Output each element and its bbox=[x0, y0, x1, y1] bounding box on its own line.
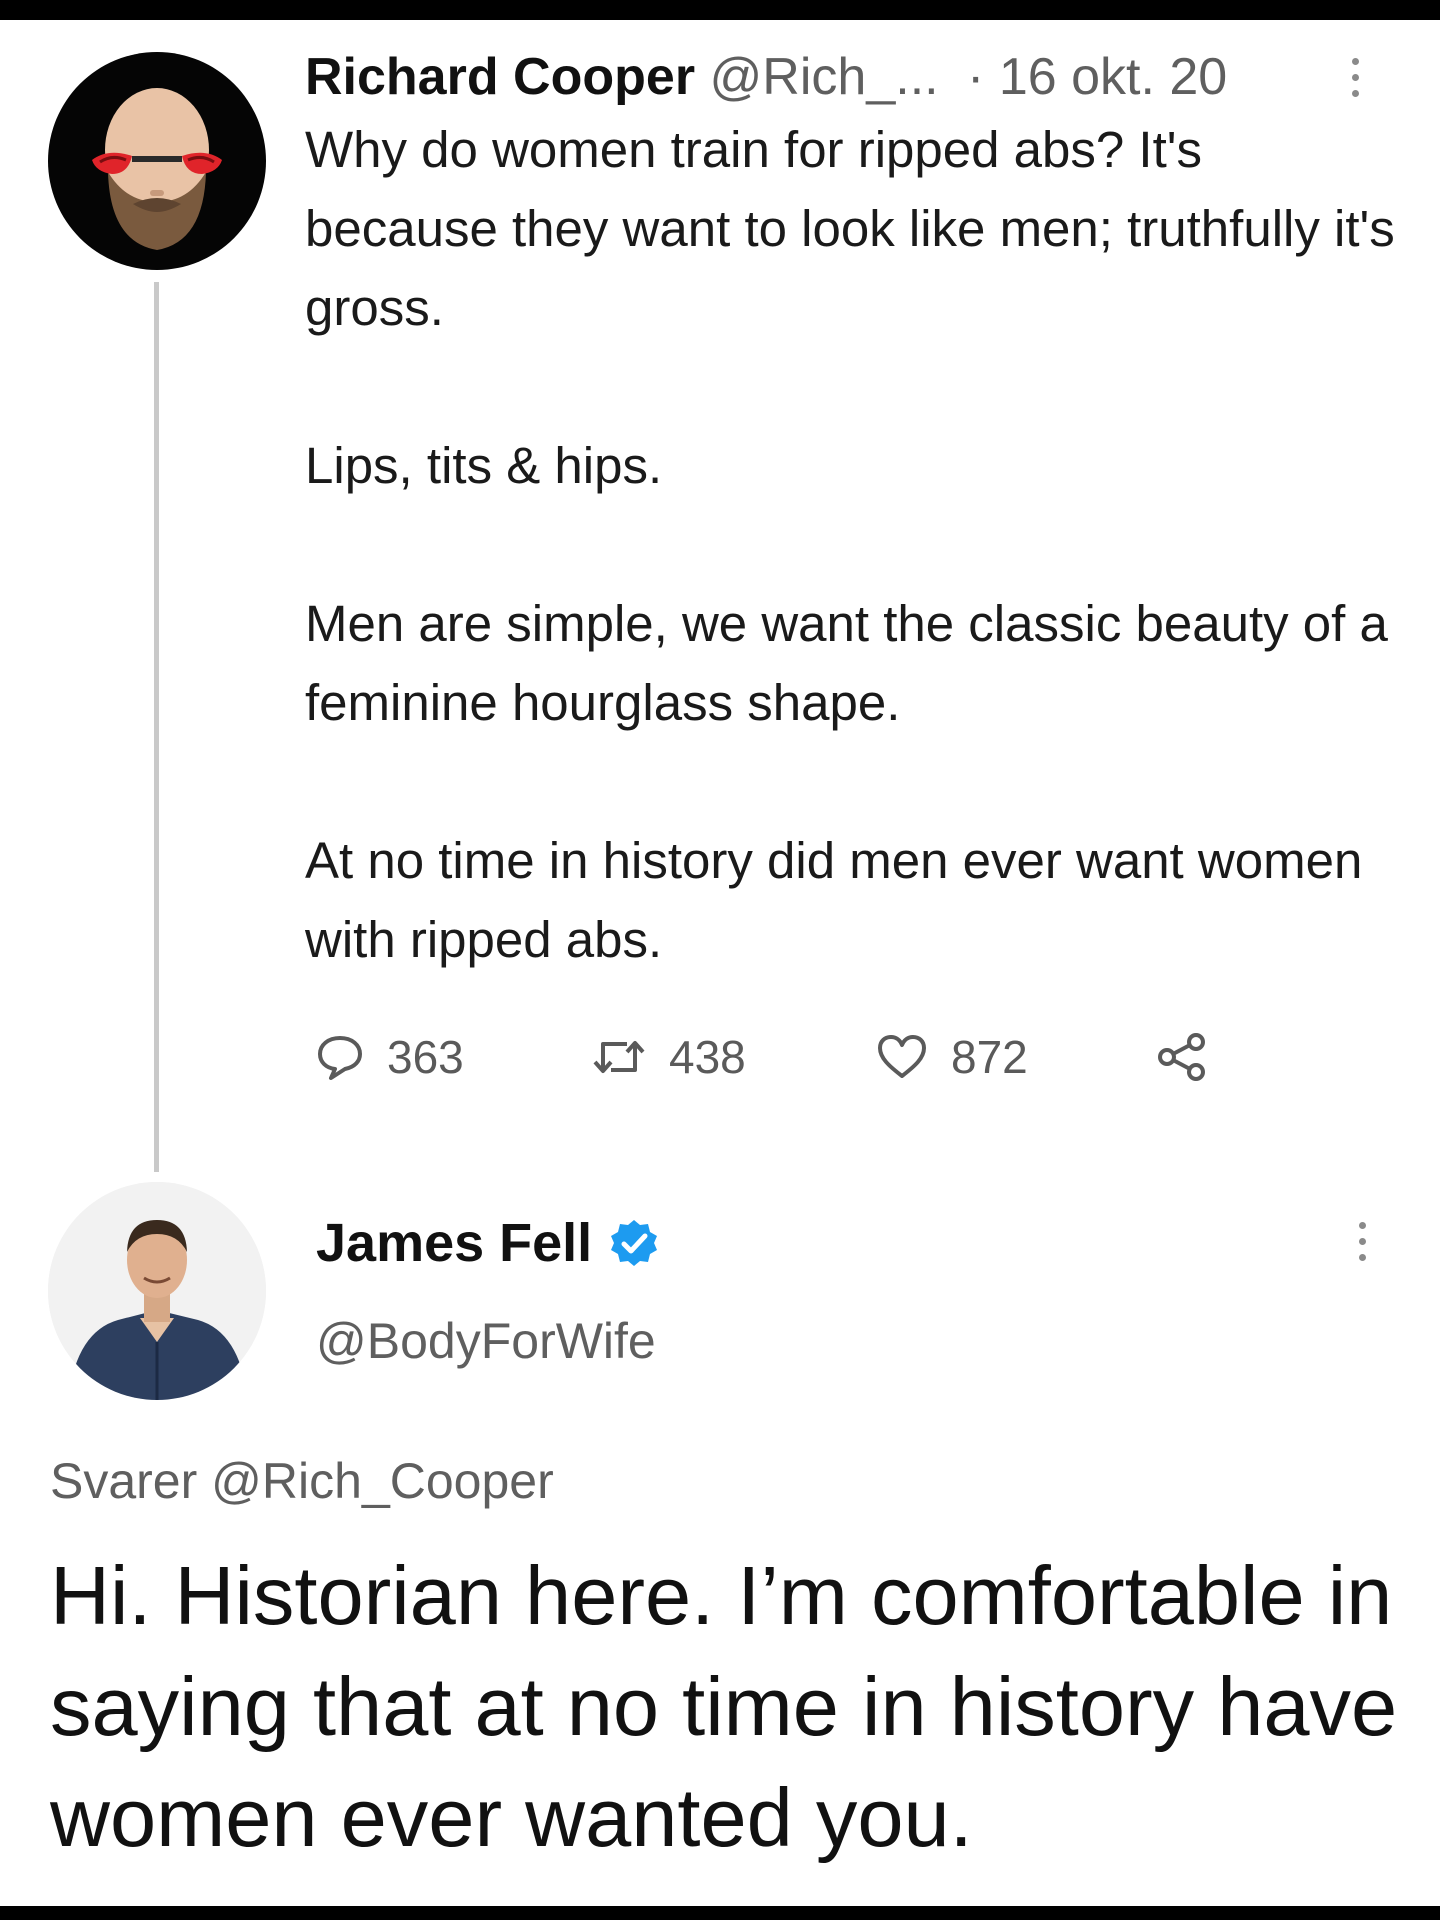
share-button[interactable] bbox=[1155, 1022, 1209, 1092]
author-handle[interactable]: @BodyForWife bbox=[316, 1308, 656, 1374]
like-button[interactable]: 872 bbox=[875, 1022, 1028, 1092]
like-count: 872 bbox=[951, 1031, 1028, 1083]
header-separator: · bbox=[967, 48, 985, 106]
reply-icon bbox=[318, 1036, 362, 1080]
man-in-blue-shirt-icon bbox=[48, 1182, 266, 1400]
thread-connector-line bbox=[154, 282, 159, 1172]
retweet-icon bbox=[593, 1041, 645, 1073]
share-icon bbox=[1158, 1033, 1205, 1081]
bald-bearded-man-icon bbox=[92, 88, 222, 250]
more-options-icon[interactable] bbox=[1345, 58, 1365, 118]
reply-button[interactable]: 363 bbox=[315, 1022, 464, 1092]
tweet-header: Richard Cooper @Rich_... · 16 okt. 20 bbox=[305, 44, 1405, 110]
tweet-date[interactable]: 16 okt. 20 bbox=[999, 48, 1227, 106]
bottom-frame-bar bbox=[0, 1906, 1440, 1920]
reply-author: James Fell bbox=[316, 1210, 660, 1276]
tweet-paragraph: Men are simple, we want the classic beau… bbox=[305, 595, 1388, 731]
tweet-richard-cooper: Richard Cooper @Rich_... · 16 okt. 20 Wh… bbox=[305, 44, 1405, 979]
verified-badge-icon bbox=[611, 1220, 658, 1266]
james-fell-avatar[interactable] bbox=[48, 1182, 266, 1400]
retweet-count: 438 bbox=[669, 1031, 746, 1083]
retweet-button[interactable]: 438 bbox=[591, 1022, 746, 1092]
author-name[interactable]: Richard Cooper bbox=[305, 48, 695, 106]
more-options-icon[interactable] bbox=[1352, 1222, 1372, 1282]
author-handle[interactable]: @Rich_... bbox=[710, 48, 939, 106]
tweet-paragraph: Lips, tits & hips. bbox=[305, 437, 663, 494]
tweet-paragraph: Why do women train for ripped abs? It's … bbox=[305, 121, 1395, 336]
reply-count: 363 bbox=[387, 1031, 464, 1083]
tweet-paragraph: At no time in history did men ever want … bbox=[305, 832, 1363, 968]
tweet-actions: 363 438 872 bbox=[305, 1022, 1305, 1092]
reply-text: Hi. Historian here. I’m comfortable in s… bbox=[50, 1549, 1398, 1864]
tweet-text: Why do women train for ripped abs? It's … bbox=[305, 110, 1405, 979]
replying-to-label[interactable]: Svarer @Rich_Cooper bbox=[50, 1448, 554, 1514]
heart-icon bbox=[878, 1035, 926, 1078]
richard-cooper-avatar[interactable] bbox=[48, 52, 266, 270]
author-name[interactable]: James Fell bbox=[316, 1210, 592, 1276]
top-frame-bar bbox=[0, 0, 1440, 20]
